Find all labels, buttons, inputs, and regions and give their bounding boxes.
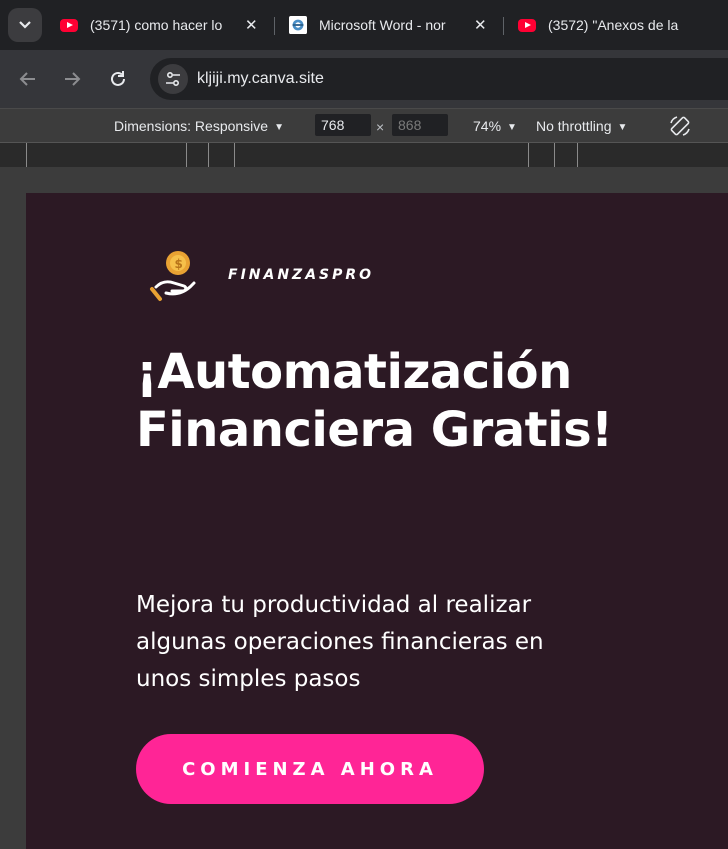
arrow-left-icon: [19, 72, 35, 86]
width-input[interactable]: 768: [315, 114, 371, 136]
times-symbol: ×: [376, 119, 385, 135]
brand-name: FINANZASPRO: [228, 267, 375, 283]
caret-down-icon: ▼: [617, 122, 628, 133]
url-text: kljiji.my.canva.site: [197, 70, 324, 87]
canva-site-page: $ FINANZASPRO ¡Automatización Financiera…: [26, 193, 728, 849]
document-favicon-icon: [289, 16, 307, 34]
throttling-dropdown[interactable]: No throttling ▼: [536, 118, 627, 134]
close-icon[interactable]: ✕: [474, 16, 487, 34]
site-info-button[interactable]: [158, 64, 188, 94]
ruler-tick: [577, 143, 578, 167]
rotate-icon: [670, 116, 690, 136]
zoom-label: 74%: [473, 118, 502, 134]
height-input[interactable]: 868: [392, 114, 448, 136]
svg-text:$: $: [175, 257, 183, 271]
zoom-dropdown[interactable]: 74% ▼: [473, 118, 517, 134]
youtube-icon: [518, 16, 536, 34]
reload-icon: [111, 71, 125, 86]
ruler-tick: [554, 143, 555, 167]
close-icon[interactable]: ✕: [245, 16, 258, 34]
reload-button[interactable]: [106, 67, 130, 91]
browser-toolbar: kljiji.my.canva.site: [0, 50, 728, 108]
media-query-ruler: [0, 142, 728, 168]
rotate-button[interactable]: [668, 114, 692, 141]
tab-separator: [503, 17, 504, 35]
get-started-button[interactable]: COMIENZA AHORA: [136, 734, 484, 804]
ruler-tick: [234, 143, 235, 167]
device-viewport: $ FINANZASPRO ¡Automatización Financiera…: [0, 167, 728, 849]
tab-youtube-2[interactable]: (3572) "Anexos de la: [518, 10, 728, 40]
ruler-tick: [528, 143, 529, 167]
forward-button[interactable]: [60, 67, 84, 91]
back-button[interactable]: [16, 67, 40, 91]
tab-word-document[interactable]: Microsoft Word - nor ✕: [289, 10, 487, 40]
tab-strip: (3571) como hacer lo ✕ Microsoft Word - …: [0, 0, 728, 50]
hand-coin-logo-icon: $: [150, 251, 196, 301]
ruler-tick: [26, 143, 27, 167]
tab-title: Microsoft Word - nor: [319, 17, 446, 33]
caret-down-icon: ▼: [274, 122, 284, 133]
throttling-label: No throttling: [536, 118, 612, 134]
hero-subtitle: Mejora tu productividad al realizar algu…: [136, 592, 544, 692]
device-toolbar: Dimensions: Responsive ▼ 768 × 868 74% ▼ N…: [0, 108, 728, 143]
address-bar[interactable]: kljiji.my.canva.site: [150, 58, 728, 100]
youtube-icon: [60, 16, 78, 34]
ruler-tick: [208, 143, 209, 167]
tab-title: (3572) "Anexos de la: [548, 17, 679, 33]
caret-down-icon: ▼: [507, 122, 517, 133]
brand[interactable]: $ FINANZASPRO: [146, 247, 374, 303]
tab-separator: [274, 17, 275, 35]
tab-youtube-1[interactable]: (3571) como hacer lo ✕: [60, 10, 258, 40]
dimensions-dropdown[interactable]: Dimensions: Responsive ▼: [114, 118, 284, 134]
hero-title: ¡Automatización Financiera Gratis!: [136, 344, 613, 458]
tab-search-button[interactable]: [8, 8, 42, 42]
tune-icon: [166, 71, 180, 87]
ruler-tick: [186, 143, 187, 167]
dimensions-label: Dimensions: Responsive: [114, 118, 269, 134]
chevron-down-icon: [19, 21, 31, 29]
tab-title: (3571) como hacer lo: [90, 17, 223, 33]
arrow-right-icon: [65, 72, 81, 86]
